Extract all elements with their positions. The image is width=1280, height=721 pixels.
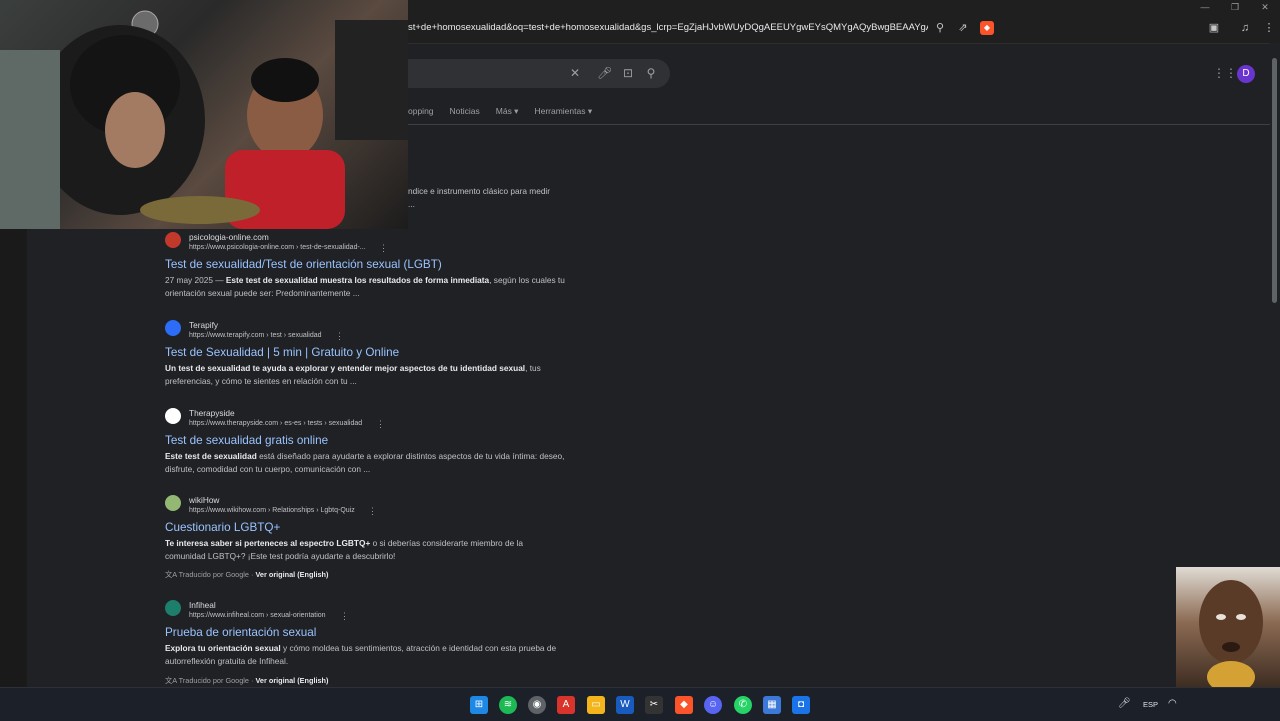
facecam-overlay — [1176, 567, 1280, 693]
chrome-icon[interactable]: ◉ — [528, 696, 546, 714]
brave-shield-icon[interactable]: ◆ — [980, 21, 994, 35]
lens-icon[interactable]: ⊡ — [621, 66, 635, 80]
result-site: Infiheal — [189, 600, 216, 610]
therapyside-favicon-icon — [165, 408, 181, 424]
wifi-icon[interactable]: ◠ — [1168, 698, 1177, 709]
menu-icon[interactable]: ⋮ — [1262, 21, 1276, 35]
result-date: 27 may 2025 — — [165, 275, 226, 285]
result-title-link[interactable]: Cuestionario LGBTQ+ — [165, 521, 280, 534]
tab-tools[interactable]: Herramientas ▾ — [534, 106, 592, 117]
brave-icon[interactable]: ◆ — [675, 696, 693, 714]
result-title-link[interactable]: Test de sexualidad gratis online — [165, 434, 328, 447]
more-options-icon[interactable]: ⋮ — [340, 611, 349, 622]
close-icon[interactable]: ✕ — [1250, 0, 1280, 15]
snippet-bold: Un test de sexualidad te ayuda a explora… — [165, 363, 526, 373]
view-original-link[interactable]: Ver original (English) — [255, 676, 328, 685]
scrollbar-thumb[interactable] — [1272, 58, 1277, 303]
windows-start-icon[interactable]: ⊞ — [470, 696, 488, 714]
result-site: Terapify — [189, 320, 219, 330]
taskbar: ⊞ ≋ ◉ A ▭ W ✂ ◆ ☺ ✆ ▦ ◘ 🎤︎ ESP ◠ — [0, 687, 1280, 721]
microphone-icon[interactable]: 🎤︎ — [597, 66, 612, 80]
facecam-scene — [1199, 580, 1263, 693]
result-snippet: 27 may 2025 — Este test de sexualidad mu… — [165, 274, 565, 300]
spotify-icon[interactable]: ≋ — [499, 696, 517, 714]
acrobat-icon[interactable]: A — [557, 696, 575, 714]
more-options-icon[interactable]: ⋮ — [379, 243, 388, 254]
snippet-bold: Este test de sexualidad — [165, 451, 257, 461]
microphone-tray-icon[interactable]: 🎤︎ — [1118, 698, 1131, 709]
result-cite[interactable]: https://www.wikihow.com › Relationships … — [189, 507, 355, 514]
search-tabs: opping Noticias Más ▾ Herramientas ▾ — [408, 106, 592, 117]
result-site: Therapyside — [189, 408, 235, 418]
snippet-bold: Este test de sexualidad muestra los resu… — [225, 275, 490, 285]
result-site: wikiHow — [189, 495, 220, 505]
translation-note: 文A Traducido por Google · Ver original (… — [165, 570, 328, 580]
terapify-favicon-icon — [165, 320, 181, 336]
result-cite[interactable]: https://www.psicologia-online.com › test… — [189, 244, 366, 251]
word-icon[interactable]: W — [616, 696, 634, 714]
language-indicator[interactable]: ESP — [1143, 700, 1158, 709]
result-title-link[interactable]: Test de Sexualidad | 5 min | Gratuito y … — [165, 346, 399, 359]
result-title-link[interactable]: Prueba de orientación sexual — [165, 626, 316, 639]
result-cite[interactable]: https://www.terapify.com › test › sexual… — [189, 332, 322, 339]
partial-snippet: ndice e instrumento clásico para medir — [408, 186, 551, 196]
tabs-divider — [408, 124, 1272, 125]
share-icon[interactable]: ⇗ — [956, 21, 970, 35]
more-options-icon[interactable]: ⋮ — [376, 419, 385, 430]
result-snippet: Explora tu orientación sexual y cómo mol… — [165, 642, 565, 668]
discord-icon[interactable]: ☺ — [704, 696, 722, 714]
window-controls: — ❐ ✕ — [1190, 0, 1280, 15]
translation-label: Traducido por Google · — [178, 570, 256, 579]
psicologia-favicon-icon — [165, 232, 181, 248]
view-original-link[interactable]: Ver original (English) — [255, 570, 328, 579]
webcam-scene — [0, 10, 408, 229]
search-input[interactable]: ✕ 🎤︎ ⊡ ⚲ — [408, 59, 670, 88]
reader-icon[interactable]: ▣ — [1207, 21, 1221, 35]
translation-note: 文A Traducido por Google · Ver original (… — [165, 676, 328, 686]
snippet-bold: Explora tu orientación sexual — [165, 643, 281, 653]
tab-shopping[interactable]: opping — [408, 106, 434, 117]
result-site: psicologia-online.com — [189, 232, 269, 242]
translate-icon: 文A — [165, 676, 179, 685]
translate-icon: 文A — [165, 570, 179, 579]
wikihow-favicon-icon — [165, 495, 181, 511]
tab-news[interactable]: Noticias — [450, 106, 480, 117]
more-options-icon[interactable]: ⋮ — [368, 506, 377, 517]
capcut-icon[interactable]: ✂ — [645, 696, 663, 714]
result-title-link[interactable]: Test de sexualidad/Test de orientación s… — [165, 258, 442, 271]
restore-icon[interactable]: ❐ — [1220, 0, 1250, 15]
snippet-bold: Te interesa saber si perteneces al espec… — [165, 538, 371, 548]
search-submit-icon[interactable]: ⚲ — [644, 66, 658, 80]
result-snippet: Te interesa saber si perteneces al espec… — [165, 537, 565, 563]
translation-label: Traducido por Google · — [178, 676, 256, 685]
minimize-icon[interactable]: — — [1190, 0, 1220, 15]
webcam-overlay — [0, 0, 408, 229]
search-icon[interactable]: ⚲ — [933, 21, 947, 35]
result-cite[interactable]: https://www.infiheal.com › sexual-orient… — [189, 612, 326, 619]
clear-icon[interactable]: ✕ — [568, 66, 582, 80]
file-explorer-icon[interactable]: ▭ — [587, 696, 605, 714]
more-options-icon[interactable]: ⋮ — [335, 331, 344, 342]
roblox-studio-icon[interactable]: ◘ — [792, 696, 810, 714]
infiheal-favicon-icon — [165, 600, 181, 616]
result-snippet: Un test de sexualidad te ayuda a explora… — [165, 362, 565, 388]
tab-more[interactable]: Más ▾ — [496, 106, 519, 117]
partial-snippet-ellipsis: ... — [408, 199, 415, 209]
media-icon[interactable]: ♫ — [1238, 21, 1252, 35]
settings-icon[interactable]: ▦ — [763, 696, 781, 714]
avatar[interactable]: D — [1237, 65, 1255, 83]
result-snippet: Este test de sexualidad está diseñado pa… — [165, 450, 565, 476]
url-text[interactable]: st+de+homosexualidad&oq=test+de+homosexu… — [408, 22, 928, 33]
result-cite[interactable]: https://www.therapyside.com › es-es › te… — [189, 420, 362, 427]
left-strip — [0, 229, 27, 687]
whatsapp-icon[interactable]: ✆ — [734, 696, 752, 714]
